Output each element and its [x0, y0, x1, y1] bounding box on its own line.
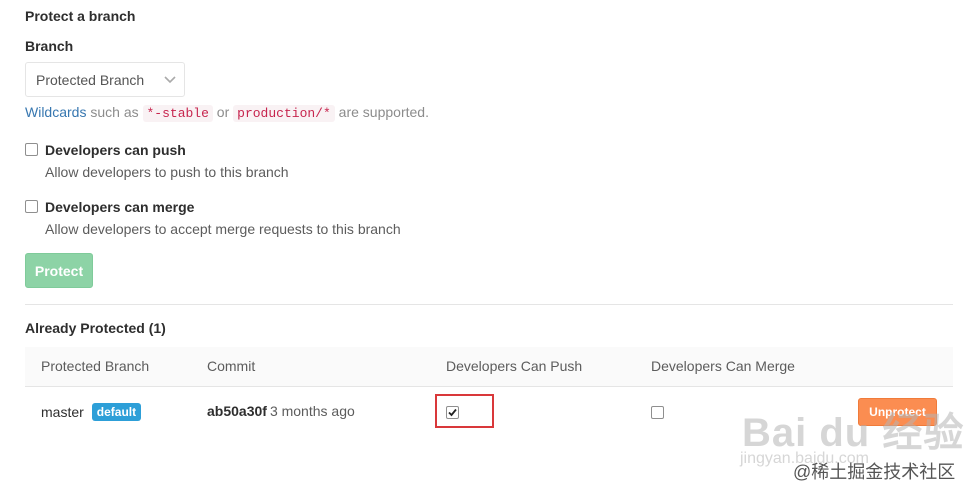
highlight-box [435, 394, 494, 428]
help-text-3: are supported. [334, 104, 429, 120]
wildcards-help: Wildcards such as *-stable or production… [25, 104, 429, 122]
watermark-juejin: @稀土掘金技术社区 [793, 462, 956, 482]
help-text-2: or [212, 104, 234, 120]
commit-sha-link[interactable]: ab50a30f [207, 403, 267, 419]
header-developers-can-push: Developers Can Push [446, 358, 583, 374]
developers-can-push-checkbox[interactable] [25, 143, 38, 156]
branch-name: master [41, 404, 84, 420]
developers-can-merge-checkbox[interactable] [25, 200, 38, 213]
divider [25, 304, 953, 305]
header-protected-branch: Protected Branch [41, 358, 150, 374]
developers-can-push-title: Developers can push [45, 142, 186, 158]
default-badge: default [91, 403, 142, 421]
merge-cell [651, 404, 664, 419]
developers-can-merge-option: Developers can merge Allow developers to… [25, 198, 401, 239]
developers-can-push-option: Developers can push Allow developers to … [25, 141, 289, 182]
branch-label: Branch [25, 38, 74, 54]
row-merge-checkbox[interactable] [651, 406, 664, 419]
developers-can-merge-title: Developers can merge [45, 199, 195, 215]
developers-can-push-desc: Allow developers to push to this branch [45, 164, 289, 180]
header-commit: Commit [207, 358, 256, 374]
wildcards-link[interactable]: Wildcards [25, 104, 86, 120]
help-text-1: such as [86, 104, 143, 120]
branch-cell: master default [41, 403, 142, 421]
section-title: Protect a branch [25, 8, 136, 24]
protect-button[interactable]: Protect [25, 253, 93, 288]
chevron-down-icon [164, 76, 176, 84]
branch-select[interactable]: Protected Branch [25, 62, 185, 97]
developers-can-merge-desc: Allow developers to accept merge request… [45, 221, 401, 237]
header-developers-can-merge: Developers Can Merge [651, 358, 795, 374]
already-protected-title: Already Protected (1) [25, 320, 166, 336]
code-stable: *-stable [142, 105, 213, 122]
branch-select-value: Protected Branch [36, 71, 145, 88]
commit-cell: ab50a30f 3 months ago [207, 403, 355, 419]
commit-time: 3 months ago [269, 403, 355, 419]
table-header: Protected Branch Commit Developers Can P… [25, 347, 953, 387]
code-production: production/* [233, 105, 335, 122]
